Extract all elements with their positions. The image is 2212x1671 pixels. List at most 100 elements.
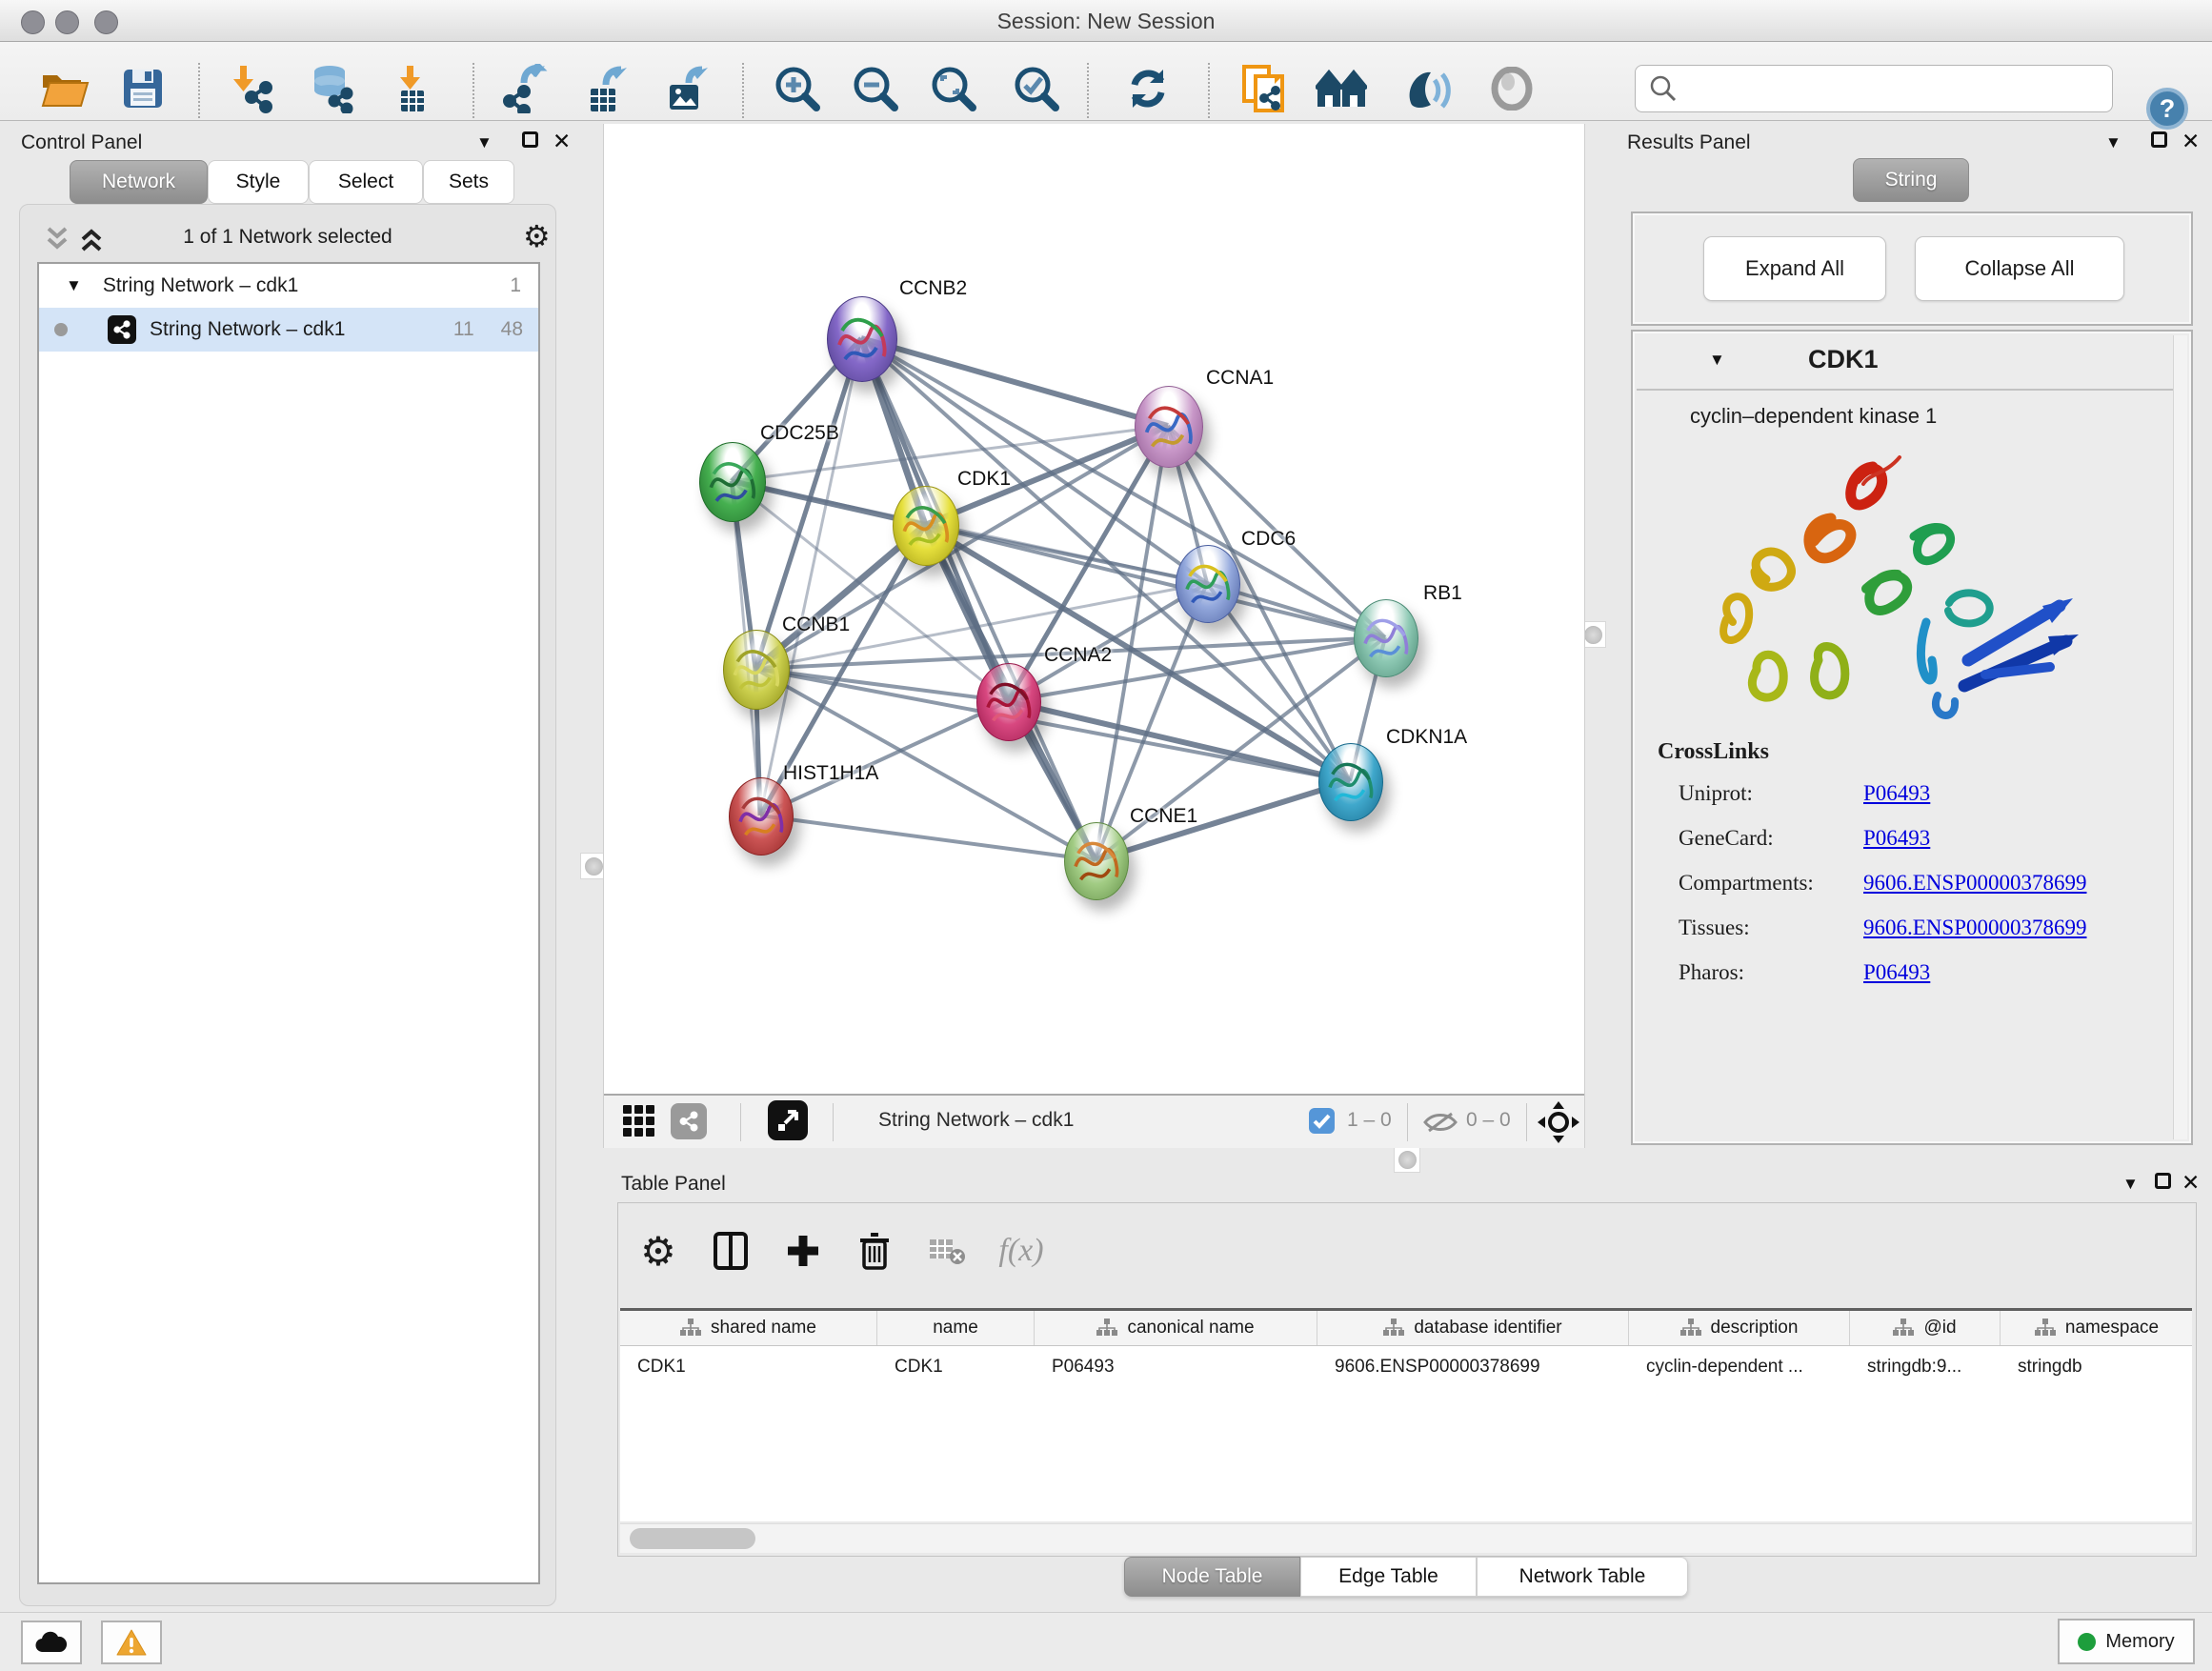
save-session-button[interactable] — [112, 59, 173, 118]
tab-network[interactable]: Network — [70, 160, 208, 204]
zoom-fit-button[interactable] — [923, 59, 984, 118]
warnings-button[interactable] — [101, 1621, 162, 1664]
column-header-canonicalname[interactable]: canonical name — [1035, 1311, 1317, 1345]
protein-ribbon-icon — [828, 297, 896, 381]
table-settings-gear-icon[interactable]: ⚙ — [632, 1224, 685, 1278]
cloud-button[interactable] — [21, 1621, 82, 1664]
results-scrollbar[interactable] — [2173, 335, 2187, 1139]
export-network-icon — [503, 64, 551, 113]
add-column-icon[interactable] — [776, 1224, 830, 1278]
crosslink-pharos-link[interactable]: P06493 — [1863, 960, 1930, 985]
crosslink-genecard-link[interactable]: P06493 — [1863, 826, 1930, 851]
column-header-description[interactable]: description — [1629, 1311, 1850, 1345]
network-node-CCNE1[interactable] — [1064, 822, 1129, 900]
table-cell[interactable]: P06493 — [1035, 1346, 1317, 1388]
crosslink-uniprot-link[interactable]: P06493 — [1863, 781, 1930, 806]
table-horizontal-scrollbar[interactable] — [620, 1523, 2192, 1553]
tab-edge-table[interactable]: Edge Table — [1300, 1557, 1477, 1597]
network-node-CCNB1[interactable] — [723, 630, 790, 710]
network-node-CCNA1[interactable] — [1135, 386, 1203, 468]
tree-expander-icon[interactable]: ▼ — [66, 276, 82, 295]
table-cell[interactable]: CDK1 — [877, 1346, 1035, 1388]
results-panel: Results Panel ▼ ✕ String Expand All Coll… — [1619, 124, 2202, 1148]
tab-node-table[interactable]: Node Table — [1124, 1557, 1300, 1597]
delete-column-trash-icon[interactable] — [848, 1224, 901, 1278]
network-node-CDKN1A[interactable] — [1318, 743, 1383, 821]
column-header-sharedname[interactable]: shared name — [620, 1311, 877, 1345]
duplicate-network-button[interactable] — [1233, 59, 1294, 118]
tab-style[interactable]: Style — [208, 160, 309, 204]
network-tree-child-row[interactable]: String Network – cdk1 11 48 — [39, 308, 538, 352]
import-network-database-button[interactable] — [301, 59, 362, 118]
export-table-button[interactable] — [576, 59, 637, 118]
column-header-name[interactable]: name — [877, 1311, 1035, 1345]
table-cell[interactable]: stringdb:9... — [1850, 1346, 2001, 1388]
network-node-CDC6[interactable] — [1176, 545, 1240, 623]
crosslink-compartments-link[interactable]: 9606.ENSP00000378699 — [1863, 871, 2087, 896]
enhanced-graphics-button[interactable] — [1397, 59, 1458, 118]
table-cell[interactable]: 9606.ENSP00000378699 — [1317, 1346, 1629, 1388]
memory-label: Memory — [2105, 1631, 2174, 1653]
tab-select[interactable]: Select — [309, 160, 423, 204]
zoom-in-button[interactable] — [767, 59, 828, 118]
eye-waves-icon — [1402, 67, 1452, 111]
column-header-databaseidentifier[interactable]: database identifier — [1317, 1311, 1629, 1345]
birdseye-view-icon[interactable] — [768, 1100, 808, 1140]
grid-view-icon[interactable] — [621, 1103, 657, 1139]
table-cell[interactable]: CDK1 — [620, 1346, 877, 1388]
fit-content-crosshair-icon[interactable] — [1538, 1101, 1579, 1143]
scrollbar-thumb[interactable] — [630, 1528, 755, 1549]
results-panel-close-icon[interactable]: ✕ — [2182, 129, 2200, 154]
gray-eye-button[interactable] — [1481, 59, 1542, 118]
control-panel-menu-icon[interactable]: ▼ — [476, 133, 493, 152]
selected-checkbox-icon[interactable] — [1309, 1108, 1335, 1134]
network-node-CCNB2[interactable] — [827, 296, 897, 382]
table-panel-close-icon[interactable]: ✕ — [2182, 1170, 2200, 1196]
network-view[interactable]: CCNB2CCNA1CDC25BCDK1CDC6RB1CCNB1CCNA2CDK… — [604, 124, 1584, 1094]
section-expander-icon[interactable]: ▼ — [1709, 351, 1725, 370]
export-image-button[interactable] — [657, 59, 718, 118]
network-share-icon[interactable] — [671, 1103, 707, 1139]
table-header-row: shared namenamecanonical namedatabase id… — [620, 1308, 2192, 1346]
import-network-file-button[interactable] — [221, 59, 282, 118]
control-panel-close-icon[interactable]: ✕ — [553, 129, 571, 154]
control-panel-float-icon[interactable] — [522, 131, 538, 153]
show-columns-icon[interactable] — [704, 1224, 757, 1278]
table-row[interactable]: CDK1CDK1P064939606.ENSP00000378699cyclin… — [620, 1346, 2192, 1388]
tab-network-table[interactable]: Network Table — [1477, 1557, 1688, 1597]
zoom-out-button[interactable] — [845, 59, 906, 118]
zoom-selected-button[interactable] — [1006, 59, 1067, 118]
memory-button[interactable]: Memory — [2058, 1619, 2195, 1664]
network-node-HIST1H1A[interactable] — [729, 777, 794, 856]
network-canvas[interactable]: CCNB2CCNA1CDC25BCDK1CDC6RB1CCNB1CCNA2CDK… — [603, 124, 1585, 1148]
tab-sets[interactable]: Sets — [423, 160, 514, 204]
open-session-button[interactable] — [34, 59, 95, 118]
gene-section-header[interactable]: ▼ CDK1 — [1637, 335, 2174, 391]
search-input[interactable] — [1685, 70, 2112, 107]
refresh-button[interactable] — [1117, 59, 1178, 118]
network-node-RB1[interactable] — [1354, 599, 1418, 677]
results-panel-float-icon[interactable] — [2151, 131, 2167, 153]
expand-all-button[interactable]: Expand All — [1703, 236, 1886, 301]
function-builder-icon: f(x) — [995, 1224, 1048, 1278]
column-header-id[interactable]: @id — [1850, 1311, 2001, 1345]
tab-string[interactable]: String — [1853, 158, 1969, 202]
results-panel-menu-icon[interactable]: ▼ — [2105, 133, 2122, 152]
table-cell[interactable]: cyclin-dependent ... — [1629, 1346, 1850, 1388]
table-panel-float-icon[interactable] — [2155, 1173, 2171, 1195]
show-home-button[interactable] — [1311, 59, 1372, 118]
table-cell[interactable]: stringdb — [2001, 1346, 2192, 1388]
collapse-all-button[interactable]: Collapse All — [1915, 236, 2124, 301]
import-table-file-button[interactable] — [381, 59, 442, 118]
column-header-namespace[interactable]: namespace — [2001, 1311, 2192, 1345]
export-network-button[interactable] — [496, 59, 557, 118]
crosslink-tissues-link[interactable]: 9606.ENSP00000378699 — [1863, 916, 2087, 940]
network-options-gear-icon[interactable]: ⚙ — [523, 218, 551, 254]
network-node-CCNA2[interactable] — [976, 663, 1041, 741]
network-tree-root-row[interactable]: ▼ String Network – cdk1 1 — [39, 264, 538, 308]
table-panel-menu-icon[interactable]: ▼ — [2122, 1175, 2139, 1194]
network-label: String Network – cdk1 — [150, 318, 345, 341]
column-hierarchy-icon — [680, 1319, 701, 1338]
network-node-CDK1[interactable] — [893, 486, 959, 566]
network-node-CDC25B[interactable] — [699, 442, 766, 522]
